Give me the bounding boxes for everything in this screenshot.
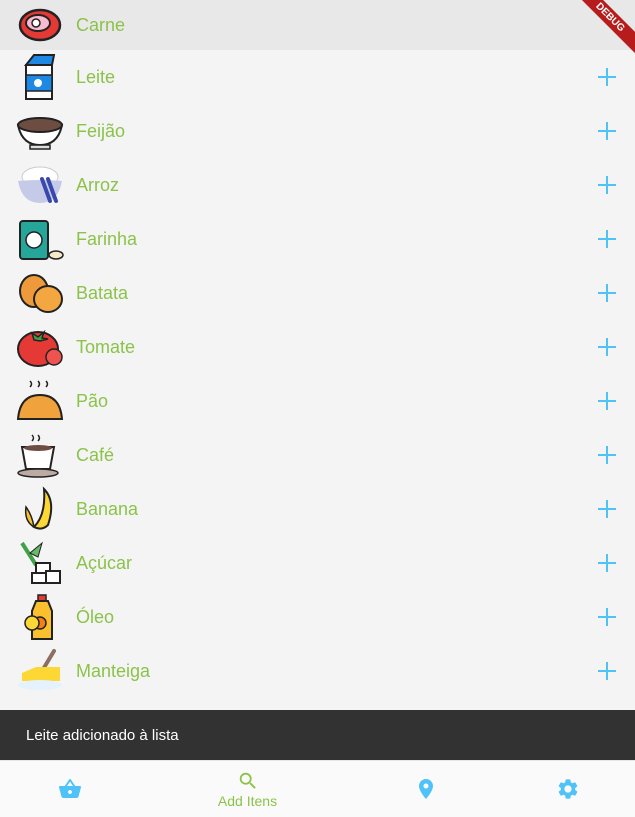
- nav-item-add-itens[interactable]: Add Itens: [205, 761, 290, 817]
- tomato-icon: [16, 323, 64, 371]
- item-label: Feijão: [76, 120, 126, 141]
- list-item[interactable]: Café: [0, 428, 635, 482]
- list-item[interactable]: Batata: [0, 266, 635, 320]
- grocery-list: Carne Leite Feijão Arroz Farinha Batata …: [0, 0, 635, 698]
- bottom-navigation: Add Itens: [0, 760, 635, 817]
- sugar-icon: [16, 539, 64, 587]
- item-label: Carne: [76, 14, 126, 35]
- add-button[interactable]: [598, 662, 616, 680]
- item-label: Óleo: [76, 606, 115, 627]
- nav-item-location[interactable]: [396, 761, 456, 817]
- list-item[interactable]: Tomate: [0, 320, 635, 374]
- item-label: Manteiga: [76, 660, 151, 681]
- item-label: Açúcar: [76, 552, 133, 573]
- banana-icon: [16, 485, 64, 533]
- add-button[interactable]: [598, 176, 616, 194]
- location-pin-icon: [419, 779, 433, 799]
- add-button[interactable]: [598, 122, 616, 140]
- snackbar-message: Leite adicionado à lista: [26, 726, 179, 744]
- nav-item-settings[interactable]: [538, 761, 598, 817]
- item-label: Pão: [76, 390, 109, 411]
- add-button[interactable]: [598, 392, 616, 410]
- item-label: Leite: [76, 66, 116, 87]
- search-icon: [239, 772, 256, 789]
- basket-icon: [59, 779, 81, 798]
- add-button[interactable]: [598, 500, 616, 518]
- item-label: Banana: [76, 498, 139, 519]
- list-item[interactable]: Óleo: [0, 590, 635, 644]
- milk-icon: [16, 53, 64, 101]
- bread-icon: [16, 377, 64, 425]
- list-item[interactable]: Farinha: [0, 212, 635, 266]
- add-button[interactable]: [598, 284, 616, 302]
- add-button[interactable]: [598, 554, 616, 572]
- list-item[interactable]: Manteiga: [0, 644, 635, 698]
- potato-icon: [16, 269, 64, 317]
- nav-item-basket[interactable]: [40, 761, 100, 817]
- add-button[interactable]: [598, 608, 616, 626]
- meat-icon: [16, 2, 64, 50]
- list-item[interactable]: Leite: [0, 50, 635, 104]
- gear-icon: [558, 779, 578, 799]
- add-button[interactable]: [598, 230, 616, 248]
- list-item[interactable]: Pão: [0, 374, 635, 428]
- butter-icon: [16, 647, 64, 695]
- list-item[interactable]: Banana: [0, 482, 635, 536]
- item-label: Farinha: [76, 228, 138, 249]
- add-button[interactable]: [598, 446, 616, 464]
- list-item[interactable]: Feijão: [0, 104, 635, 158]
- add-button[interactable]: [598, 68, 616, 86]
- item-label: Tomate: [76, 336, 136, 357]
- add-button[interactable]: [598, 338, 616, 356]
- coffee-icon: [16, 431, 64, 479]
- snackbar: Leite adicionado à lista: [0, 710, 635, 760]
- item-label: Batata: [76, 282, 129, 303]
- list-item[interactable]: Carne: [0, 0, 635, 50]
- list-item[interactable]: Arroz: [0, 158, 635, 212]
- flour-icon: [16, 215, 64, 263]
- list-item[interactable]: Açúcar: [0, 536, 635, 590]
- rice-icon: [16, 161, 64, 209]
- item-label: Café: [76, 444, 115, 465]
- beans-icon: [16, 107, 64, 155]
- oil-icon: [16, 593, 64, 641]
- item-label: Arroz: [76, 174, 120, 195]
- nav-label: Add Itens: [217, 792, 278, 809]
